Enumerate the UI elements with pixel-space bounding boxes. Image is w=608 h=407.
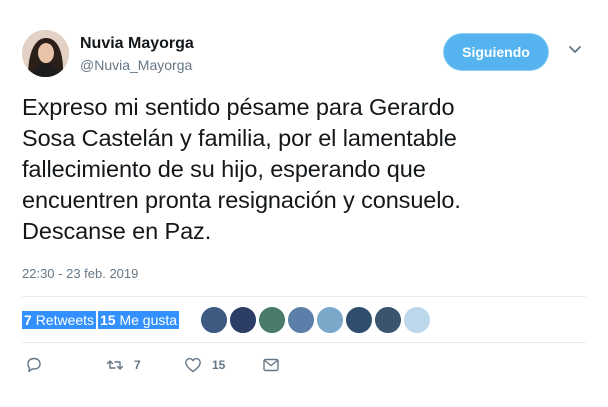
- tweet-stats: 7 Retweets 15 Me gusta: [22, 306, 586, 336]
- avatar[interactable]: [258, 306, 286, 334]
- avatar[interactable]: [374, 306, 402, 334]
- avatar[interactable]: [22, 30, 69, 77]
- divider: [22, 296, 586, 297]
- display-name[interactable]: Nuvia Mayorga: [80, 34, 194, 54]
- retweet-button[interactable]: 7: [106, 356, 141, 374]
- heart-icon: [184, 356, 202, 374]
- avatar[interactable]: [287, 306, 315, 334]
- retweets-stat[interactable]: 7 Retweets: [22, 311, 97, 329]
- divider: [22, 342, 586, 343]
- like-button[interactable]: 15: [184, 356, 225, 374]
- tweet-text-line: Sosa Castelán y familia, por el lamentab…: [22, 125, 457, 151]
- retweet-icon: [106, 356, 124, 374]
- likes-stat[interactable]: 15 Me gusta: [98, 311, 180, 329]
- user-handle[interactable]: @Nuvia_Mayorga: [80, 55, 194, 75]
- tweet-timestamp[interactable]: 22:30 - 23 feb. 2019: [22, 266, 138, 281]
- tweet-text-line: Expreso mi sentido pésame para Gerardo: [22, 94, 455, 120]
- avatar[interactable]: [403, 306, 431, 334]
- retweet-count: 7: [134, 358, 141, 372]
- reply-button[interactable]: [25, 356, 43, 374]
- reply-icon: [25, 356, 43, 374]
- likes-label: Me gusta: [119, 312, 178, 328]
- chevron-down-icon[interactable]: [568, 43, 582, 57]
- avatar[interactable]: [229, 306, 257, 334]
- tweet-text-line: fallecimiento de su hijo, esperando que: [22, 156, 426, 182]
- tweet-card: Nuvia Mayorga @Nuvia_Mayorga Siguiendo E…: [0, 0, 608, 407]
- retweets-count: 7: [24, 312, 32, 328]
- envelope-icon: [262, 356, 280, 374]
- avatar[interactable]: [316, 306, 344, 334]
- tweet-header: Nuvia Mayorga @Nuvia_Mayorga Siguiendo: [22, 30, 592, 82]
- tweet-text-line: Descanse en Paz.: [22, 218, 212, 244]
- like-count: 15: [212, 358, 226, 372]
- tweet-text: Expreso mi sentido pésame para Gerardo S…: [22, 92, 592, 247]
- user-names: Nuvia Mayorga @Nuvia_Mayorga: [80, 34, 194, 75]
- direct-message-button[interactable]: [262, 356, 280, 374]
- likes-count: 15: [100, 312, 116, 328]
- tweet-text-line: encuentren pronta resignación y consuelo…: [22, 187, 461, 213]
- avatar[interactable]: [345, 306, 373, 334]
- avatar[interactable]: [200, 306, 228, 334]
- tweet-actions: 7 15: [22, 356, 322, 380]
- retweets-label: Retweets: [35, 312, 95, 328]
- following-button[interactable]: Siguiendo: [444, 34, 548, 70]
